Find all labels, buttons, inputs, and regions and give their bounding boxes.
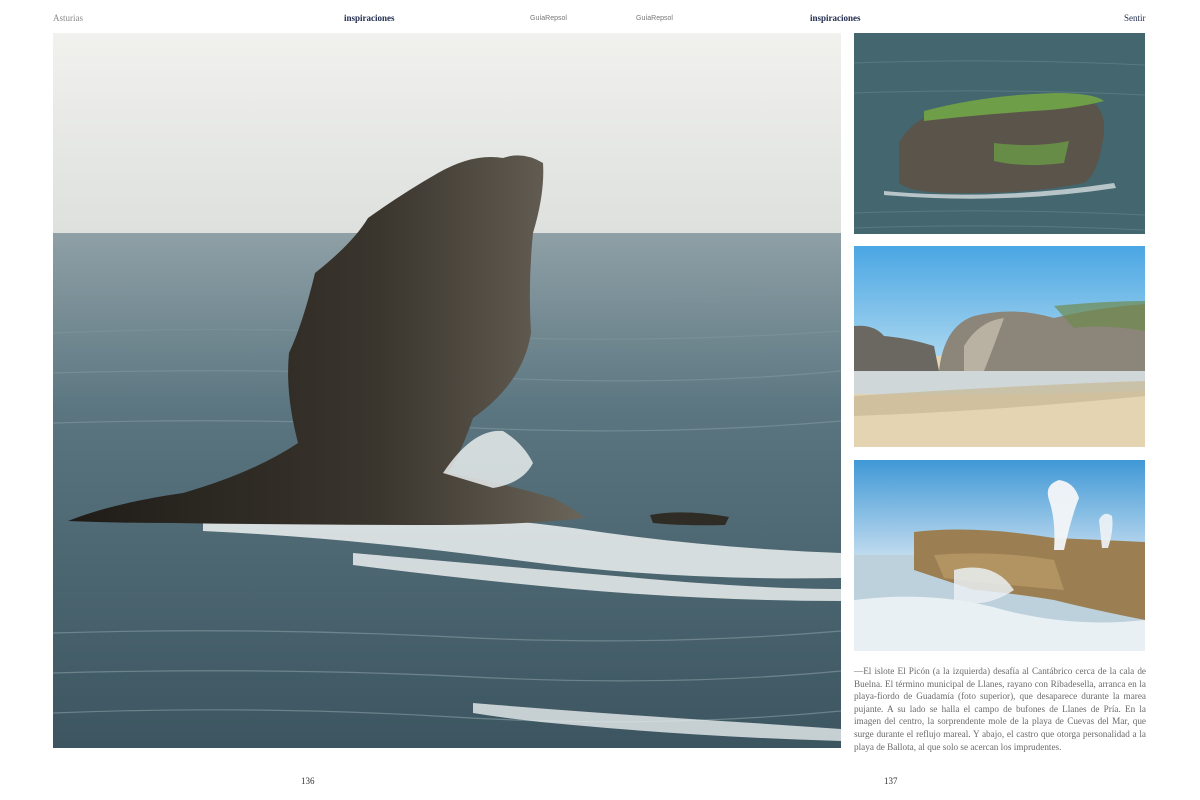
header-section-left: inspiraciones [344, 13, 395, 23]
header-section-right: inspiraciones [810, 13, 861, 23]
photo-islote-el-picon [53, 33, 841, 748]
photo-caption: —El islote El Picón (a la izquierda) des… [854, 666, 1146, 752]
header-brand-left: GuíaRepsol [530, 15, 567, 22]
page-number-right: 137 [884, 776, 898, 786]
page-number-left: 136 [301, 776, 315, 786]
header-region: Asturias [53, 13, 83, 23]
header-category: Sentir [1124, 13, 1146, 23]
header-brand-right: GuíaRepsol [636, 15, 673, 22]
photo-playa-de-guadamia [854, 33, 1145, 234]
photo-playa-de-cuevas-del-mar [854, 246, 1145, 447]
photo-bufones-de-pria [854, 460, 1145, 651]
